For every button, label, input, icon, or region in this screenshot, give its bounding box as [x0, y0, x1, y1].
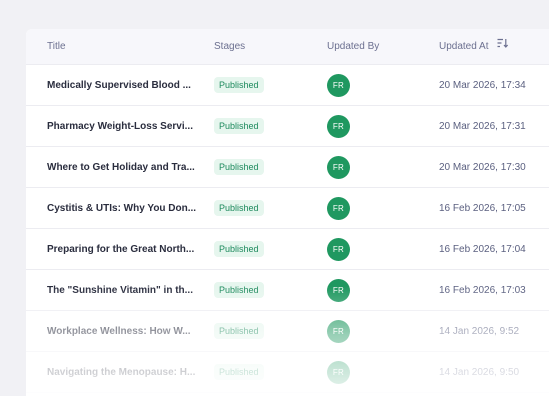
row-stage-cell: Published: [214, 188, 264, 228]
status-badge: Published: [214, 159, 264, 175]
row-stage-cell: Published: [214, 106, 264, 146]
table-row[interactable]: Preparing for the Great North... Publishe…: [26, 229, 549, 270]
status-badge: Published: [214, 200, 264, 216]
row-title[interactable]: The "Sunshine Vitamin" in th...: [47, 270, 197, 310]
avatar[interactable]: FR: [327, 155, 350, 179]
row-title[interactable]: Cystitis & UTIs: Why You Don...: [47, 188, 197, 228]
row-updated-at: 14 Jan 2026, 9:52: [439, 325, 520, 337]
row-updated-by-cell: FR: [327, 188, 350, 228]
row-updated-at: 20 Mar 2026, 17:30: [439, 161, 526, 173]
row-title[interactable]: Medically Supervised Blood ...: [47, 65, 197, 105]
table-header: Title Stages Updated By Updated At: [26, 29, 549, 65]
row-updated-by-cell: FR: [327, 352, 350, 392]
avatar[interactable]: FR: [327, 196, 350, 220]
row-title[interactable]: Preparing for the Great North...: [47, 229, 197, 269]
row-updated-at: 16 Feb 2026, 17:05: [439, 202, 526, 214]
table-row[interactable]: The "Sunshine Vitamin" in th... Published…: [26, 270, 549, 311]
status-badge: Published: [214, 282, 264, 298]
table-row[interactable]: Where to Get Holiday and Tra... Published…: [26, 147, 549, 188]
avatar[interactable]: FR: [327, 73, 350, 97]
column-header-updated-at: Updated At: [439, 41, 489, 53]
column-header-updated-by[interactable]: Updated By: [327, 29, 379, 64]
table-row[interactable]: Pharmacy Weight-Loss Servi... Published FR…: [26, 106, 549, 147]
row-updated-by-cell: FR: [327, 229, 350, 269]
status-badge: Published: [214, 323, 264, 339]
status-badge: Published: [214, 118, 264, 134]
avatar[interactable]: FR: [327, 237, 350, 261]
table-row[interactable]: Navigating the Menopause: H... Published F…: [26, 352, 549, 393]
row-updated-by-cell: FR: [327, 311, 350, 351]
row-updated-by-cell: FR: [327, 106, 350, 146]
row-stage-cell: Published: [214, 270, 264, 310]
row-stage-cell: Published: [214, 352, 264, 392]
row-title[interactable]: Where to Get Holiday and Tra...: [47, 147, 197, 187]
avatar[interactable]: FR: [327, 319, 350, 343]
row-title[interactable]: Pharmacy Weight-Loss Servi...: [47, 106, 197, 146]
row-updated-at: 16 Feb 2026, 17:03: [439, 284, 526, 296]
avatar[interactable]: FR: [327, 114, 350, 138]
row-stage-cell: Published: [214, 311, 264, 351]
table-row[interactable]: Workplace Wellness: How W... Published FR 1…: [26, 311, 549, 352]
row-updated-by-cell: FR: [327, 65, 350, 105]
avatar[interactable]: FR: [327, 278, 350, 302]
status-badge: Published: [214, 364, 264, 380]
row-updated-at: 16 Feb 2026, 17:04: [439, 243, 526, 255]
table-body: Medically Supervised Blood ... Published F…: [26, 65, 549, 393]
row-stage-cell: Published: [214, 229, 264, 269]
row-updated-at: 20 Mar 2026, 17:31: [439, 120, 526, 132]
row-updated-by-cell: FR: [327, 147, 350, 187]
row-updated-by-cell: FR: [327, 270, 350, 310]
column-header-updated-at-wrap[interactable]: Updated At: [439, 29, 509, 64]
row-title[interactable]: Navigating the Menopause: H...: [47, 352, 197, 392]
row-stage-cell: Published: [214, 65, 264, 105]
row-updated-at: 14 Jan 2026, 9:50: [439, 366, 520, 378]
articles-table: Title Stages Updated By Updated At Medic…: [26, 29, 549, 396]
table-row[interactable]: Cystitis & UTIs: Why You Don... Published…: [26, 188, 549, 229]
status-badge: Published: [214, 241, 264, 257]
row-title[interactable]: Workplace Wellness: How W...: [47, 311, 197, 351]
row-updated-at: 20 Mar 2026, 17:34: [439, 79, 526, 91]
row-stage-cell: Published: [214, 147, 264, 187]
avatar[interactable]: FR: [327, 360, 350, 384]
table-row[interactable]: Medically Supervised Blood ... Published F…: [26, 65, 549, 106]
sort-descending-icon[interactable]: [497, 29, 509, 63]
column-header-stages[interactable]: Stages: [214, 29, 245, 64]
status-badge: Published: [214, 77, 264, 93]
column-header-title[interactable]: Title: [47, 29, 66, 64]
